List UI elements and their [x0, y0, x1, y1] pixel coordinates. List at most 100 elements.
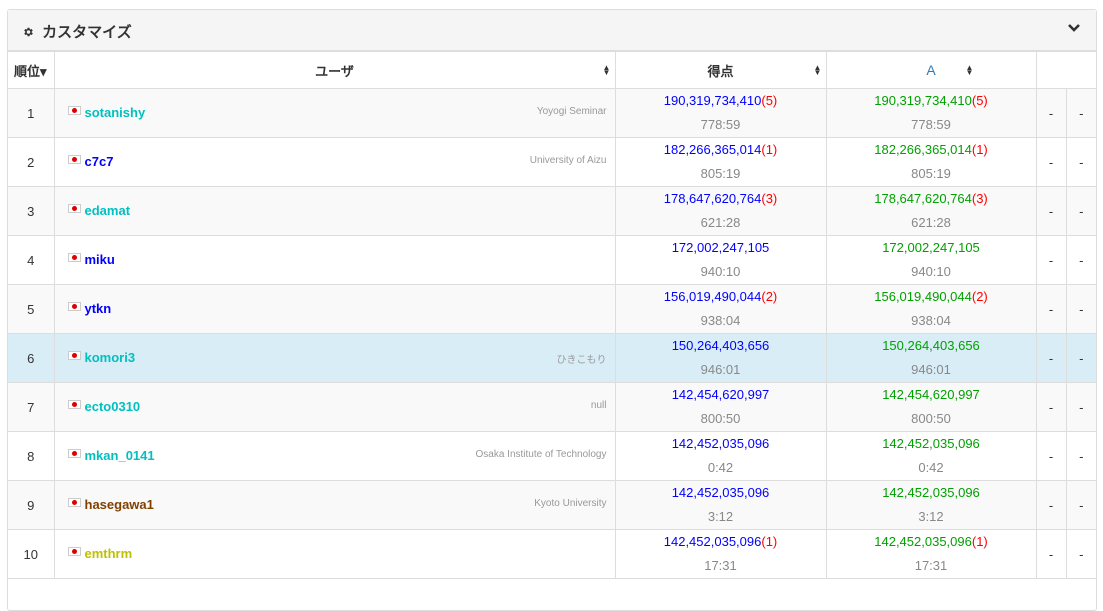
customize-header[interactable]: カスタマイズ	[8, 10, 1096, 51]
task-a-time: 805:19	[911, 166, 951, 181]
username-link[interactable]: emthrm	[85, 546, 133, 561]
total-score: 142,454,620,997	[671, 387, 770, 402]
username-link[interactable]: ytkn	[85, 301, 112, 316]
empty-cell: -	[1035, 529, 1067, 579]
task-a-score-cell: 172,002,247,105 940:10	[825, 235, 1037, 285]
elapsed-time: 621:28	[700, 215, 741, 230]
gear-icon	[22, 24, 38, 41]
sort-desc-icon: ▾	[40, 63, 47, 79]
task-a-score: 172,002,247,105	[882, 240, 980, 255]
task-a-penalty: (1)	[971, 142, 988, 157]
sort-icon: ▲ ▼	[813, 63, 822, 77]
empty-cell: -	[1035, 284, 1067, 334]
penalty-count: (1)	[761, 534, 778, 549]
table-row: 6 komori3 ひきこもり 150,264,403,656 946:01 150,26…	[8, 333, 1096, 383]
sort-icon: ▲ ▼	[602, 63, 611, 77]
user-cell: c7c7 University of Aizu	[53, 137, 616, 187]
penalty-count: (2)	[761, 289, 778, 304]
chevron-down-icon[interactable]	[1066, 20, 1082, 36]
header-spacer	[1036, 51, 1096, 89]
empty-cell: -	[1035, 186, 1067, 236]
elapsed-time: 3:12	[707, 509, 734, 524]
task-a-column-header[interactable]: A ▲ ▼	[825, 51, 1037, 89]
empty-cell: -	[1065, 186, 1096, 236]
task-a-score: 190,319,734,410	[874, 93, 972, 108]
total-score: 178,647,620,764	[663, 191, 762, 206]
empty-cell: -	[1065, 333, 1096, 383]
japan-flag-icon	[67, 449, 81, 458]
elapsed-time: 800:50	[700, 411, 741, 426]
task-a-time: 800:50	[911, 411, 951, 426]
affiliation: University of Aizu	[529, 155, 607, 166]
customize-label: カスタマイズ	[42, 24, 132, 41]
penalty-count: (1)	[761, 142, 778, 157]
task-a-time: 17:31	[914, 558, 948, 573]
rank-cell: 9	[8, 480, 55, 530]
table-row: 3 edamat 178,647,620,764(3) 621:28 178,647,6…	[8, 186, 1096, 236]
rank-cell: 8	[8, 431, 55, 481]
rank-cell: 4	[8, 235, 55, 285]
empty-cell: -	[1065, 137, 1096, 187]
japan-flag-icon	[67, 204, 81, 213]
task-a-score: 150,264,403,656	[882, 338, 980, 353]
affiliation: Yoyogi Seminar	[536, 106, 607, 117]
standings-table: 順位▾ ユーザ ▲ ▼ 得点 ▲ ▼ A ▲ ▼ 1 sotanishy Yoyogi Semi…	[8, 51, 1096, 579]
task-a-time: 946:01	[911, 362, 951, 377]
elapsed-time: 778:59	[700, 117, 741, 132]
japan-flag-icon	[67, 155, 81, 164]
username-link[interactable]: hasegawa1	[85, 497, 154, 512]
user-column-header[interactable]: ユーザ ▲ ▼	[53, 51, 616, 89]
table-row: 4 miku 172,002,247,105 940:10 172,002,247,10…	[8, 235, 1096, 285]
task-a-score-cell: 142,452,035,096 3:12	[825, 480, 1037, 530]
total-score: 156,019,490,044	[663, 289, 762, 304]
total-score-cell: 142,452,035,096 0:42	[614, 431, 827, 481]
table-row: 2 c7c7 University of Aizu 182,266,365,014(1…	[8, 137, 1096, 187]
score-column-header[interactable]: 得点 ▲ ▼	[614, 51, 827, 89]
elapsed-time: 0:42	[707, 460, 734, 475]
task-a-score-cell: 190,319,734,410(5) 778:59	[825, 88, 1037, 138]
japan-flag-icon	[67, 302, 81, 311]
task-a-score-cell: 156,019,490,044(2) 938:04	[825, 284, 1037, 334]
username-link[interactable]: c7c7	[85, 154, 114, 169]
total-score: 142,452,035,096	[671, 485, 770, 500]
table-row: 10 emthrm 142,452,035,096(1) 17:31 142,452,0…	[8, 529, 1096, 579]
elapsed-time: 17:31	[704, 558, 737, 573]
task-a-score: 182,266,365,014	[874, 142, 972, 157]
task-a-time: 778:59	[911, 117, 951, 132]
customize-title[interactable]: カスタマイズ	[22, 21, 132, 42]
rank-cell: 1	[8, 88, 55, 138]
rank-column-header[interactable]: 順位▾	[8, 51, 55, 89]
standings-panel: カスタマイズ 順位▾ ユーザ ▲ ▼ 得点 ▲ ▼ A ▲ ▼ 1 sotanishy Yoyo…	[7, 9, 1097, 611]
japan-flag-icon	[67, 498, 81, 507]
username-link[interactable]: sotanishy	[85, 105, 146, 120]
penalty-count: (3)	[761, 191, 778, 206]
task-a-score: 142,452,035,096	[882, 436, 980, 451]
total-score: 150,264,403,656	[671, 338, 770, 353]
user-cell: hasegawa1 Kyoto University	[53, 480, 616, 530]
task-a-penalty: (1)	[971, 534, 988, 549]
user-cell: komori3 ひきこもり	[53, 333, 616, 383]
task-a-score-cell: 142,452,035,096(1) 17:31	[825, 529, 1037, 579]
total-score: 190,319,734,410	[663, 93, 762, 108]
task-a-score: 142,452,035,096	[882, 485, 980, 500]
username-link[interactable]: edamat	[85, 203, 131, 218]
username-link[interactable]: ecto0310	[85, 399, 141, 414]
empty-cell: -	[1035, 88, 1067, 138]
task-a-score-cell: 182,266,365,014(1) 805:19	[825, 137, 1037, 187]
table-row: 8 mkan_0141 Osaka Institute of Technology 1…	[8, 431, 1096, 481]
rank-cell: 3	[8, 186, 55, 236]
empty-cell: -	[1065, 382, 1096, 432]
username-link[interactable]: miku	[85, 252, 115, 267]
username-link[interactable]: mkan_0141	[85, 448, 155, 463]
elapsed-time: 805:19	[700, 166, 741, 181]
task-a-penalty: (3)	[971, 191, 988, 206]
rank-cell: 5	[8, 284, 55, 334]
table-header-row: 順位▾ ユーザ ▲ ▼ 得点 ▲ ▼ A ▲ ▼	[8, 51, 1096, 89]
total-score: 142,452,035,096	[671, 436, 770, 451]
user-cell: emthrm	[53, 529, 616, 579]
task-a-score-cell: 142,452,035,096 0:42	[825, 431, 1037, 481]
table-row: 7 ecto0310 null 142,454,620,997 800:50 142,45…	[8, 382, 1096, 432]
user-cell: ecto0310 null	[53, 382, 616, 432]
username-link[interactable]: komori3	[85, 350, 136, 365]
task-a-time: 0:42	[918, 460, 944, 475]
